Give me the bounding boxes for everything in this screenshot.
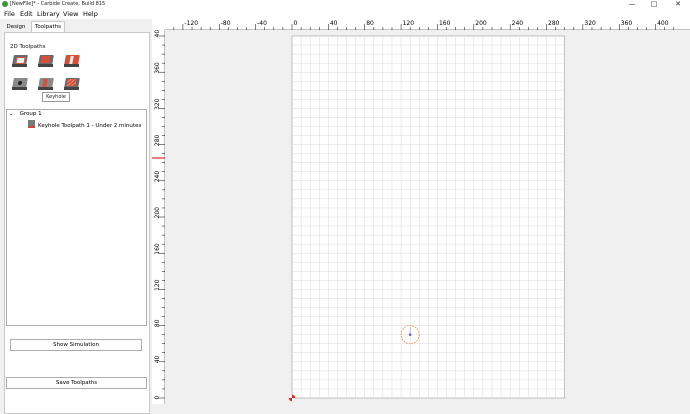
ruler-y-label: 120 xyxy=(154,279,161,291)
group-label: Group 1 xyxy=(19,111,42,117)
show-simulation-button[interactable]: Show Simulation xyxy=(10,339,142,351)
ruler-y-label: 400 xyxy=(154,30,161,38)
origin-marker-quadrant xyxy=(288,394,292,398)
tree-item-keyhole[interactable]: Keyhole Toolpath 1 - Under 2 minutes xyxy=(28,120,141,129)
contour-toolpath-button[interactable] xyxy=(11,54,29,69)
tree-group-row[interactable]: ⌄ Group 1 xyxy=(9,111,42,117)
menu-view[interactable]: View xyxy=(63,10,78,18)
drill-toolpath-button[interactable] xyxy=(11,77,29,92)
ruler-left-scale: 40036032028024020016012080400 xyxy=(152,30,165,404)
keyhole-toolpath-icon xyxy=(28,120,35,128)
ruler-y-label: 200 xyxy=(154,207,161,219)
window-title: [NewFile]* - Carbide Create, Build 815 xyxy=(10,1,106,7)
chevron-down-icon[interactable]: ⌄ xyxy=(9,111,14,117)
ruler-y-label: 320 xyxy=(154,98,161,110)
ruler-y-label: 0 xyxy=(154,396,161,400)
toolpath-tree[interactable]: ⌄ Group 1 Keyhole Toolpath 1 - Under 2 mi… xyxy=(6,109,147,326)
ruler-x-label: 320 xyxy=(584,20,596,27)
ruler-x-label: 240 xyxy=(512,20,524,27)
ruler-top: -120 -80 -40 0 40 80 120 160 200 240 280 320 360 400 xyxy=(165,19,690,30)
save-toolpaths-button[interactable]: Save Toolpaths xyxy=(6,377,147,389)
left-panel: Design Toolpaths 2D Toolpaths Keyhole ⌄ G… xyxy=(0,19,152,414)
ruler-x-label: 400 xyxy=(657,20,669,27)
pocket-toolpath-button[interactable] xyxy=(37,54,55,69)
ruler-x-label: 40 xyxy=(330,20,338,27)
ruler-x-label: 280 xyxy=(548,20,560,27)
design-canvas[interactable] xyxy=(165,30,685,404)
ruler-y-label: 40 xyxy=(154,355,161,363)
maximize-button[interactable]: □ xyxy=(646,0,662,9)
menu-bar: File Edit Library View Help xyxy=(0,9,690,19)
tree-item-label: Keyhole Toolpath 1 - Under 2 minutes xyxy=(38,123,142,129)
origin-marker-quadrant xyxy=(292,398,296,402)
ruler-y-label: 80 xyxy=(154,319,161,327)
ruler-y-label: 280 xyxy=(154,134,161,146)
ruler-x-label: -120 xyxy=(184,20,198,27)
ruler-x-label: 120 xyxy=(403,20,415,27)
title-bar: [NewFile]* - Carbide Create, Build 815 —… xyxy=(0,0,690,9)
ruler-x-label: 80 xyxy=(366,20,374,27)
ruler-x-label: 160 xyxy=(439,20,451,27)
ruler-x-label: 200 xyxy=(475,20,487,27)
ruler-corner xyxy=(152,19,165,30)
2d-toolpaths-label: 2D Toolpaths xyxy=(10,44,46,50)
menu-help[interactable]: Help xyxy=(83,10,98,18)
ruler-x-label: 360 xyxy=(621,20,633,27)
keyhole-tooltip: Keyhole xyxy=(42,92,70,102)
canvas-svg[interactable] xyxy=(165,30,685,404)
keyhole-toolpath-button[interactable] xyxy=(37,77,55,92)
ruler-y-label: 160 xyxy=(154,243,161,255)
texture-toolpath-button[interactable] xyxy=(63,77,81,92)
ruler-x-label: -40 xyxy=(257,20,267,27)
ruler-y-label: 240 xyxy=(154,171,161,183)
ruler-y-label: 360 xyxy=(154,62,161,74)
ruler-x-label: 0 xyxy=(294,20,298,27)
tab-design[interactable]: Design xyxy=(4,22,28,32)
minimize-button[interactable]: — xyxy=(624,0,640,9)
origin-icon xyxy=(288,394,296,402)
vcarve-toolpath-button[interactable] xyxy=(63,54,81,69)
menu-file[interactable]: File xyxy=(4,10,15,18)
keyhole-center-point xyxy=(408,333,412,336)
ruler-x-label: -80 xyxy=(221,20,231,27)
app-icon xyxy=(2,1,8,7)
menu-library[interactable]: Library xyxy=(37,10,60,18)
close-button[interactable]: ✕ xyxy=(670,0,686,9)
menu-edit[interactable]: Edit xyxy=(20,10,33,18)
ruler-left: 400 360 320 280 240 200 160 120 80 40 0 xyxy=(152,30,165,404)
ruler-top-scale: -120 -80 -40 0 40 80 120 160 200 240 280 320 360 400 xyxy=(165,20,690,30)
grid xyxy=(292,36,565,398)
